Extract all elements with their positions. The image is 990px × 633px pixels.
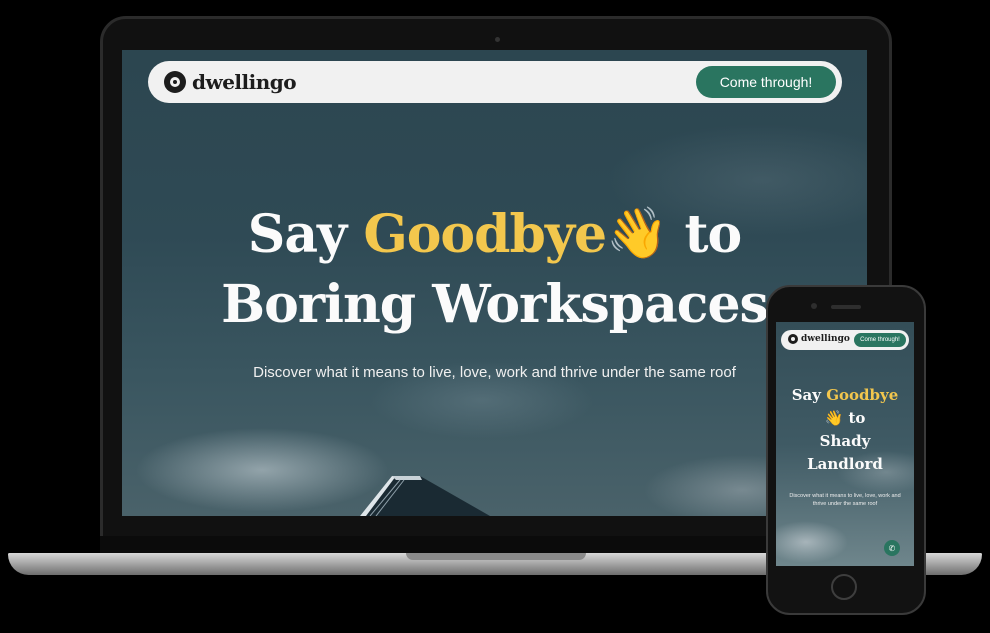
logo-text: dwellingo	[192, 70, 297, 94]
phone-speaker	[831, 305, 861, 309]
come-through-button[interactable]: Come through!	[696, 66, 836, 98]
phone-icon: ✆	[888, 543, 896, 553]
laptop-screen: dwellingo Come through! Say Goodbye👋 to …	[122, 50, 867, 516]
phone-home-button[interactable]	[831, 574, 857, 600]
mobile-logo-text: dwellingo	[801, 334, 850, 344]
mobile-logo-icon	[788, 334, 798, 344]
navbar: dwellingo Come through!	[148, 61, 842, 103]
mobile-headline-line3: Shady	[819, 432, 871, 450]
mobile-headline-goodbye: Goodbye	[826, 386, 899, 404]
phone-call-button[interactable]: ✆	[884, 540, 900, 556]
waving-hand-icon: 👋	[606, 203, 668, 262]
hero-headline: Say Goodbye👋 to Boring Workspaces	[122, 198, 867, 340]
headline-goodbye: Goodbye	[363, 204, 607, 265]
camera-icon	[495, 37, 500, 42]
headline-say: Say	[247, 204, 347, 265]
laptop-notch	[406, 553, 586, 560]
mobile-headline-line4: Landlord	[807, 455, 883, 473]
phone-screen: dwellingo Come through! Say Goodbye 👋 to…	[776, 322, 914, 566]
logo-icon	[164, 71, 186, 93]
mobile-headline-to: to	[848, 409, 866, 427]
mobile-waving-hand-icon: 👋	[824, 409, 844, 427]
logo[interactable]: dwellingo	[164, 70, 297, 94]
mobile-hero-headline: Say Goodbye 👋 to Shady Landlord	[776, 384, 914, 476]
mobile-navbar: dwellingo Come through!	[781, 330, 909, 350]
phone-camera-icon	[811, 303, 817, 309]
mobile-headline-say: Say	[791, 386, 821, 404]
hero-subheadline: Discover what it means to live, love, wo…	[253, 364, 736, 381]
mobile-logo[interactable]: dwellingo	[788, 334, 850, 344]
headline-to: to	[684, 204, 743, 265]
mobile-come-through-button[interactable]: Come through!	[854, 333, 906, 347]
mobile-hero-subheadline: Discover what it means to live, love, wo…	[789, 493, 901, 507]
headline-line2: Boring Workspaces	[221, 274, 769, 335]
